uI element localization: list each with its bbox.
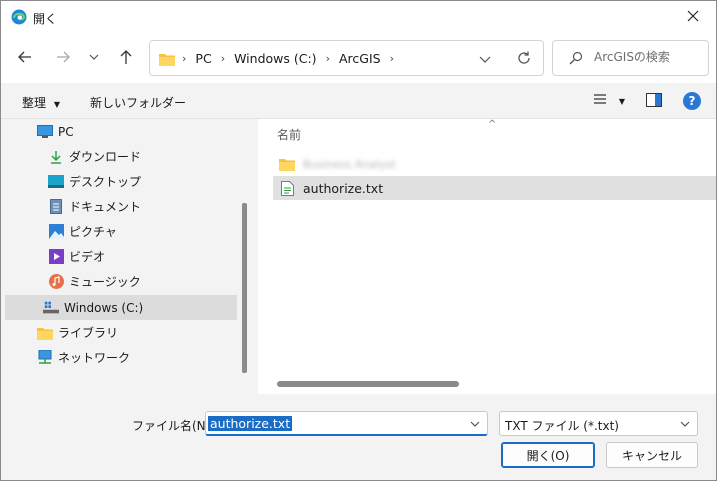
filename-input[interactable]: authorize.txt xyxy=(208,416,293,431)
breadcrumb-item-arcgis[interactable]: ArcGIS xyxy=(339,51,381,66)
folder-icon xyxy=(279,156,295,172)
search-icon xyxy=(569,51,583,68)
new-folder-button[interactable]: 新しいフォルダー xyxy=(90,94,186,111)
text-file-icon xyxy=(279,180,295,196)
filename-combobox[interactable]: authorize.txt xyxy=(205,411,488,436)
sidebar-item-pc[interactable]: PC xyxy=(5,119,237,144)
cancel-button[interactable]: キャンセル xyxy=(606,442,698,468)
address-dropdown-icon[interactable] xyxy=(478,52,492,69)
organize-label: 整理 xyxy=(22,96,47,110)
help-icon[interactable]: ? xyxy=(683,92,701,110)
list-item-folder[interactable]: Business Analyst xyxy=(273,152,716,176)
column-header-name[interactable]: 名前 xyxy=(277,126,301,143)
folder-icon xyxy=(159,52,175,69)
document-icon xyxy=(48,199,64,215)
chevron-down-icon xyxy=(89,51,99,65)
file-name: Business Analyst xyxy=(303,157,396,171)
list-item-file[interactable]: authorize.txt xyxy=(273,176,716,200)
pictures-icon xyxy=(48,224,64,240)
title-bar: 開く xyxy=(1,1,716,33)
file-name: authorize.txt xyxy=(303,180,384,196)
cancel-button-label: キャンセル xyxy=(621,448,682,463)
search-box[interactable] xyxy=(552,40,709,76)
breadcrumb: › PC › Windows (C:) › ArcGIS › xyxy=(182,51,403,66)
sidebar-item-pictures[interactable]: ピクチャ xyxy=(5,219,237,244)
edge-browser-icon xyxy=(11,9,27,25)
address-bar[interactable]: › PC › Windows (C:) › ArcGIS › xyxy=(149,40,544,76)
new-folder-label: 新しいフォルダー xyxy=(90,96,187,110)
sidebar-item-desktop[interactable]: デスクトップ xyxy=(5,169,237,194)
arrow-up-icon xyxy=(118,49,134,68)
breadcrumb-item-windows-c[interactable]: Windows (C:) xyxy=(234,51,316,66)
forward-button[interactable] xyxy=(51,46,75,70)
desktop-icon xyxy=(48,174,64,190)
file-type-select[interactable]: TXT ファイル (*.txt) xyxy=(499,411,698,436)
pc-icon xyxy=(37,124,53,140)
open-button[interactable]: 開く(O) xyxy=(501,442,595,468)
drive-icon xyxy=(43,300,59,316)
dialog-footer: ファイル名(N): authorize.txt TXT ファイル (*.txt)… xyxy=(1,394,716,480)
chevron-right-icon[interactable]: › xyxy=(326,52,330,65)
close-button[interactable] xyxy=(670,1,716,33)
sidebar-item-documents[interactable]: ドキュメント xyxy=(5,194,237,219)
sidebar-item-libraries[interactable]: ライブラリ xyxy=(5,320,237,345)
chevron-right-icon: › xyxy=(182,52,187,65)
up-button[interactable] xyxy=(114,46,138,70)
recent-locations-button[interactable] xyxy=(82,46,106,70)
file-list-pane: ^ 名前 Business Analyst authorize.txt xyxy=(258,119,716,394)
sidebar-item-downloads[interactable]: ダウンロード xyxy=(5,144,237,169)
organize-menu-button[interactable]: 整理 ▼ xyxy=(22,94,60,111)
command-bar: 整理 ▼ 新しいフォルダー ▼ ? xyxy=(1,83,716,119)
preview-pane-button[interactable] xyxy=(646,93,662,110)
arrow-left-icon xyxy=(17,49,33,68)
file-list-horizontal-scrollbar[interactable] xyxy=(277,381,459,387)
download-icon xyxy=(48,149,64,165)
sidebar-item-network[interactable]: ネットワーク xyxy=(5,345,237,370)
sort-ascending-icon: ^ xyxy=(488,119,497,130)
view-options-button[interactable]: ▼ xyxy=(593,93,625,110)
music-icon xyxy=(48,274,64,290)
library-icon xyxy=(37,325,53,341)
video-icon xyxy=(48,249,64,265)
navigation-pane: PC ダウンロード デスクトップ ドキュメント ピクチャ ビデオ ミュージック … xyxy=(1,119,253,394)
search-input[interactable] xyxy=(594,50,704,64)
caret-down-icon: ▼ xyxy=(53,100,60,109)
chevron-right-icon[interactable]: › xyxy=(221,52,225,65)
network-icon xyxy=(37,350,53,366)
sidebar-item-videos[interactable]: ビデオ xyxy=(5,244,237,269)
navigation-bar: › PC › Windows (C:) › ArcGIS › xyxy=(1,33,716,83)
breadcrumb-item-pc[interactable]: PC xyxy=(195,51,211,66)
chevron-down-icon[interactable] xyxy=(469,418,481,433)
chevron-right-icon[interactable]: › xyxy=(390,52,394,65)
file-type-value: TXT ファイル (*.txt) xyxy=(505,419,619,433)
open-file-dialog: 開く › PC › Windows (C:) › ArcGIS › ArcGIS… xyxy=(0,0,717,481)
arrow-right-icon xyxy=(55,49,71,68)
chevron-down-icon xyxy=(679,418,691,433)
caret-down-icon: ▼ xyxy=(618,97,625,106)
list-view-icon xyxy=(593,94,613,110)
refresh-icon[interactable] xyxy=(516,50,532,69)
preview-pane-icon xyxy=(646,93,662,110)
back-button[interactable] xyxy=(13,46,37,70)
open-button-label: 開く(O) xyxy=(526,448,570,463)
navigation-pane-scrollbar[interactable] xyxy=(242,203,247,373)
close-icon xyxy=(687,10,699,25)
sidebar-item-windows-c[interactable]: Windows (C:) xyxy=(5,295,237,320)
filename-label: ファイル名(N): xyxy=(132,419,215,433)
window-title: 開く xyxy=(33,12,58,26)
sidebar-item-music[interactable]: ミュージック xyxy=(5,269,237,294)
